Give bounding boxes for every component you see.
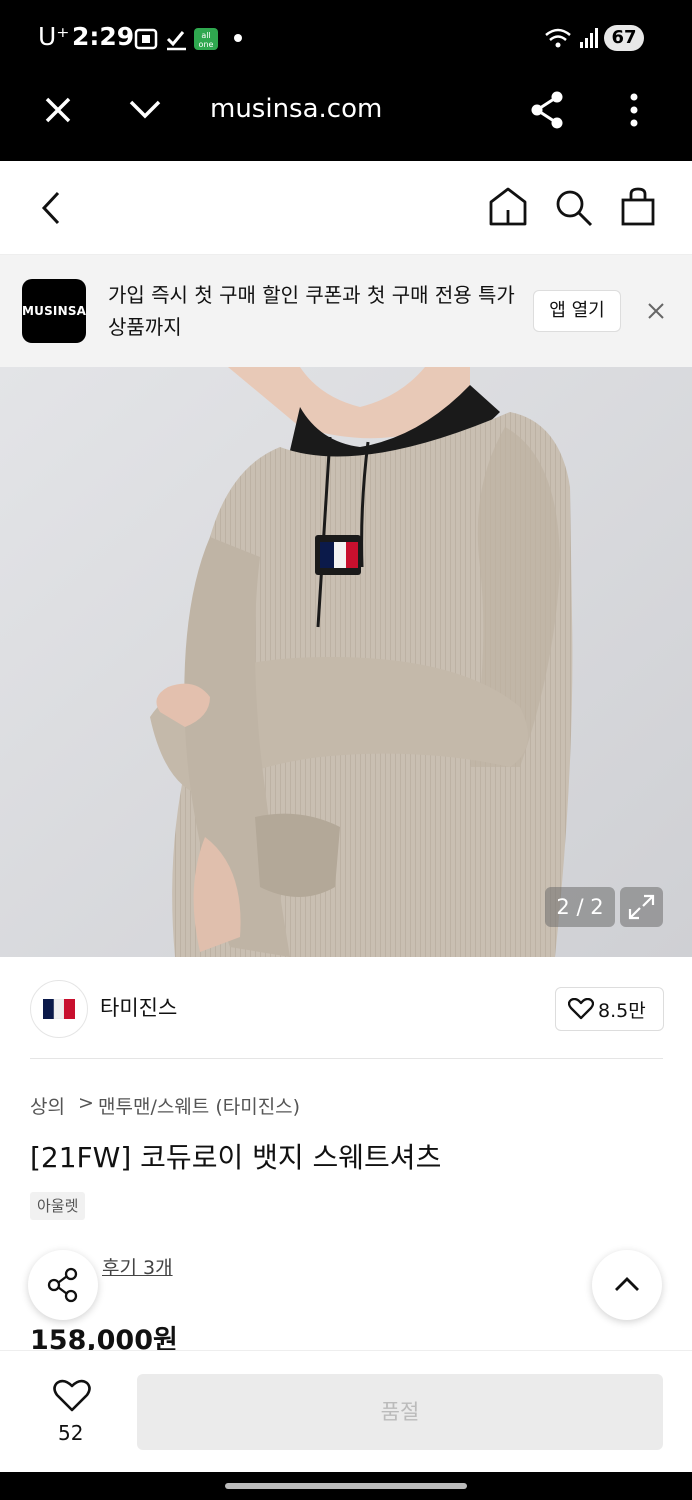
review-link[interactable]: 후기 3개 <box>102 1253 173 1280</box>
breadcrumb-level2[interactable]: 맨투맨/스웨트 (타미진스) <box>98 1092 300 1119</box>
page-header <box>0 162 692 255</box>
image-counter: 2 / 2 <box>545 887 615 927</box>
shopping-bag-icon[interactable] <box>620 186 656 226</box>
chevron-down-icon[interactable] <box>128 98 162 120</box>
back-arrow-icon[interactable] <box>40 190 62 226</box>
app-download-banner: MUSINSA 가입 즉시 첫 구매 할인 쿠폰과 첫 구매 전용 특가 상품까… <box>0 255 692 367</box>
breadcrumb-level1[interactable]: 상의 <box>30 1092 65 1119</box>
clock: 2:29 <box>72 22 135 51</box>
share-fab[interactable] <box>28 1250 98 1320</box>
product-title: [21FW] 코듀로이 뱃지 스웨트셔츠 <box>30 1141 442 1174</box>
heart-icon <box>568 998 594 1020</box>
home-icon[interactable] <box>488 186 528 226</box>
share-icon <box>47 1267 78 1303</box>
sold-out-button[interactable]: 품절 <box>137 1374 663 1450</box>
share-icon[interactable] <box>530 90 566 130</box>
wishlist-heart-icon[interactable] <box>53 1379 91 1413</box>
browser-toolbar: musinsa.com <box>0 76 692 161</box>
dot-icon <box>234 34 242 42</box>
status-bar: U⁺ 2:29 all one 67 <box>0 0 692 76</box>
close-tab-icon[interactable] <box>44 96 72 124</box>
more-options-icon[interactable] <box>628 92 640 128</box>
wishlist-count: 52 <box>58 1421 84 1445</box>
divider <box>30 1058 663 1059</box>
scroll-top-fab[interactable] <box>592 1250 662 1320</box>
fullscreen-button[interactable] <box>620 887 663 927</box>
battery-indicator: 67 <box>604 25 644 51</box>
purchase-bar: 52 품절 <box>0 1350 692 1473</box>
open-app-button[interactable]: 앱 열기 <box>533 290 621 332</box>
home-gesture-bar[interactable] <box>225 1483 467 1489</box>
signal-icons <box>545 28 598 48</box>
svg-text:all: all <box>201 31 210 40</box>
breadcrumb-separator: > <box>78 1092 94 1114</box>
cell-signal-icon <box>580 42 583 48</box>
search-icon[interactable] <box>554 188 594 228</box>
brand-like-button[interactable]: 8.5만 <box>555 987 664 1031</box>
wifi-icon <box>545 28 571 36</box>
outlet-tag: 아울렛 <box>30 1192 86 1220</box>
banner-message: 가입 즉시 첫 구매 할인 쿠폰과 첫 구매 전용 특가 상품까지 <box>108 283 515 339</box>
brand-logo[interactable] <box>30 980 88 1038</box>
chevron-up-icon <box>615 1277 639 1291</box>
system-nav-bar <box>0 1472 692 1500</box>
brand-name[interactable]: 타미진스 <box>100 992 177 1022</box>
svg-text:one: one <box>199 40 214 49</box>
product-image[interactable]: 2 / 2 <box>0 367 692 957</box>
expand-icon <box>628 894 655 920</box>
notification-icons: all one <box>134 28 242 51</box>
tommy-flag-icon <box>43 999 75 1019</box>
brand-like-count: 8.5만 <box>598 1000 646 1022</box>
close-banner-icon[interactable] <box>646 301 666 321</box>
product-photo <box>0 367 692 957</box>
musinsa-logo: MUSINSA <box>22 279 86 343</box>
carrier-label: U⁺ <box>38 22 70 51</box>
check-icon <box>166 31 185 47</box>
url-text[interactable]: musinsa.com <box>210 94 382 124</box>
